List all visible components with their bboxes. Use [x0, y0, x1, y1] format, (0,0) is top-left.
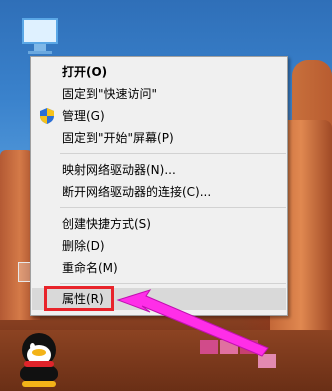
context-menu: 打开(O) 固定到"快速访问" 管理(G) 固定到"开始"屏幕(P) 映射网络驱…: [30, 56, 288, 316]
pixelated-area: [258, 354, 276, 368]
qq-penguin-icon[interactable]: [14, 333, 64, 387]
menu-item-pin-start[interactable]: 固定到"开始"屏幕(P): [32, 127, 286, 149]
this-pc-icon[interactable]: [18, 14, 64, 60]
menu-separator: [60, 153, 286, 154]
menu-item-pin-quick-access[interactable]: 固定到"快速访问": [32, 83, 286, 105]
menu-item-open[interactable]: 打开(O): [32, 61, 286, 83]
menu-separator: [60, 207, 286, 208]
menu-item-label: 创建快捷方式(S): [62, 217, 151, 231]
menu-item-delete[interactable]: 删除(D): [32, 235, 286, 257]
menu-item-label: 断开网络驱动器的连接(C)...: [62, 185, 212, 199]
menu-item-manage[interactable]: 管理(G): [32, 105, 286, 127]
menu-item-label: 删除(D): [62, 239, 105, 253]
uac-shield-icon: [40, 108, 54, 124]
pixelated-area: [220, 340, 238, 354]
highlight-box: [44, 286, 114, 311]
pixelated-area: [200, 340, 218, 354]
menu-item-map-network-drive[interactable]: 映射网络驱动器(N)...: [32, 159, 286, 181]
menu-item-rename[interactable]: 重命名(M): [32, 257, 286, 279]
menu-item-label: 固定到"快速访问": [62, 87, 158, 101]
menu-item-label: 固定到"开始"屏幕(P): [62, 131, 174, 145]
menu-item-label: 重命名(M): [62, 261, 118, 275]
menu-item-create-shortcut[interactable]: 创建快捷方式(S): [32, 213, 286, 235]
menu-item-label: 映射网络驱动器(N)...: [62, 163, 176, 177]
menu-separator: [60, 283, 286, 284]
pixelated-area: [240, 340, 258, 354]
menu-item-label: 管理(G): [62, 109, 105, 123]
menu-item-disconnect-network-drive[interactable]: 断开网络驱动器的连接(C)...: [32, 181, 286, 203]
menu-item-label: 打开(O): [62, 65, 108, 79]
